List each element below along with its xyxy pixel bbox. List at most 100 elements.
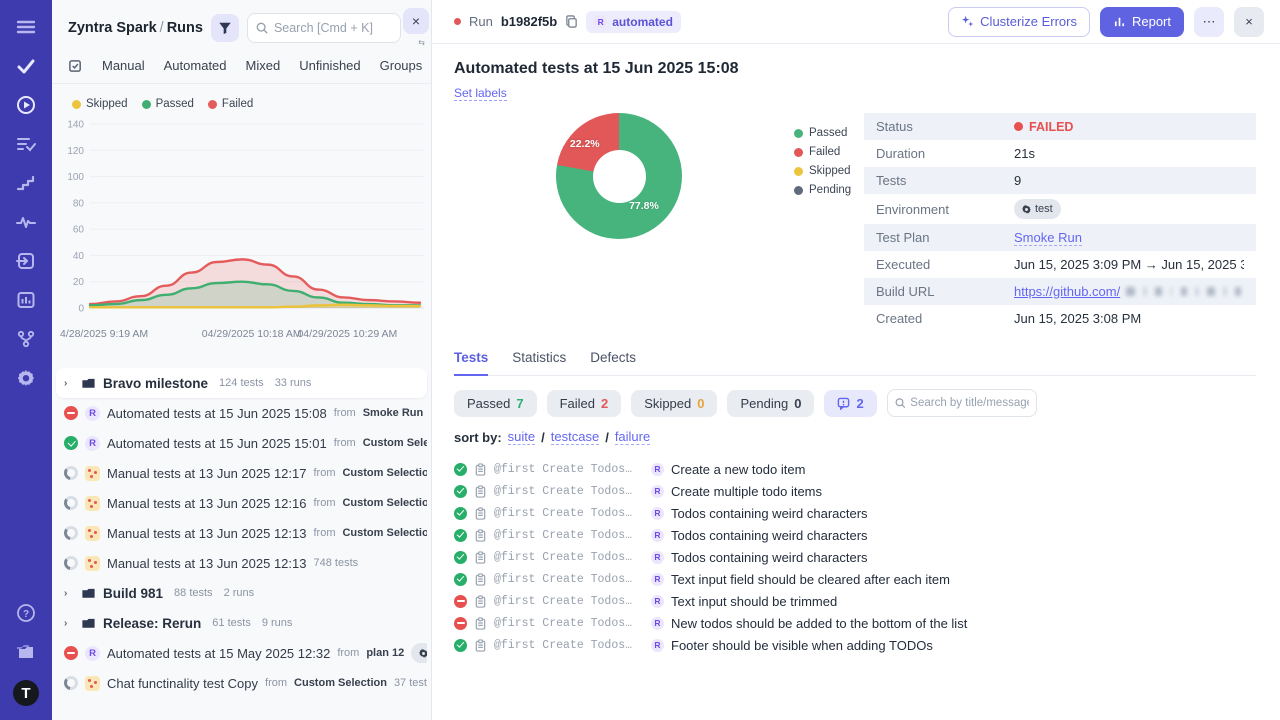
app-sidebar: ? T — [0, 0, 52, 720]
sort-failure-link[interactable]: failure — [615, 429, 650, 445]
filter-chip-passed[interactable]: Passed 7 — [454, 390, 537, 417]
activity-pulse-icon[interactable] — [15, 211, 37, 233]
test-row[interactable]: @first Create Todos… R Create a new todo… — [454, 458, 1256, 480]
automated-badge[interactable]: R automated — [586, 11, 681, 33]
run-row[interactable]: R Automated tests at 15 Jun 2025 15:01 f… — [56, 428, 427, 458]
folder-row[interactable]: › Release: Rerun 61 tests9 runs — [56, 608, 427, 638]
donut-legend-item: Failed — [794, 146, 851, 158]
run-word: Run — [469, 14, 493, 29]
tab-defects[interactable]: Defects — [590, 350, 636, 375]
redacted-text — [1155, 287, 1162, 296]
run-status-progress-icon — [64, 526, 78, 540]
tests-search[interactable] — [887, 389, 1037, 417]
copy-icon[interactable] — [565, 15, 578, 28]
test-row[interactable]: @first Create Todos… R Todos containing … — [454, 524, 1256, 546]
panel-resize-icon[interactable]: ⇆ — [418, 38, 425, 47]
comments-filter-chip[interactable]: 2 — [824, 390, 876, 417]
testcase-clipboard-icon — [474, 463, 487, 476]
test-row[interactable]: @first Create Todos… R Footer should be … — [454, 634, 1256, 656]
folder-row[interactable]: › Build 981 88 tests2 runs — [56, 578, 427, 608]
test-row[interactable]: @first Create Todos… R Create multiple t… — [454, 480, 1256, 502]
filter-chip-pending[interactable]: Pending 0 — [727, 390, 814, 417]
milestones-steps-icon[interactable] — [15, 172, 37, 194]
chevron-right-icon[interactable]: › — [64, 588, 74, 599]
import-icon[interactable] — [15, 250, 37, 272]
report-button[interactable]: Report — [1100, 7, 1184, 37]
test-row[interactable]: @first Create Todos… R New todos should … — [454, 612, 1256, 634]
testcase-clipboard-icon — [474, 573, 487, 586]
run-row[interactable]: Manual tests at 13 Jun 2025 12:13 fromCu… — [56, 518, 427, 548]
manual-run-icon — [85, 466, 100, 481]
analytics-bar-chart-icon[interactable] — [15, 289, 37, 311]
runs-search[interactable] — [247, 13, 401, 43]
sort-testcase-link[interactable]: testcase — [551, 429, 599, 445]
tab-statistics[interactable]: Statistics — [512, 350, 566, 375]
runs-tab-automated[interactable]: Automated — [164, 58, 227, 73]
test-row[interactable]: @first Create Todos… R Todos containing … — [454, 502, 1256, 524]
test-row[interactable]: @first Create Todos… R Text input should… — [454, 590, 1256, 612]
app-logo[interactable]: T — [13, 680, 39, 706]
filter-chip-failed[interactable]: Failed 2 — [547, 390, 622, 417]
automated-test-icon: R — [651, 507, 664, 520]
help-icon[interactable]: ? — [15, 602, 37, 624]
clusterize-errors-button[interactable]: Clusterize Errors — [948, 7, 1090, 37]
environment-pill: test — [1014, 199, 1061, 219]
menu-icon[interactable] — [15, 16, 37, 38]
manual-run-icon — [85, 556, 100, 571]
run-row[interactable]: R Automated tests at 15 May 2025 12:32 f… — [56, 638, 427, 668]
legend-dot — [794, 129, 803, 138]
filter-button[interactable] — [211, 14, 239, 42]
folder-row[interactable]: › Bravo milestone 124 tests33 runs — [56, 368, 427, 398]
search-icon — [256, 22, 268, 34]
tests-search-input[interactable] — [910, 397, 1028, 409]
test-row[interactable]: @first Create Todos… R Todos containing … — [454, 546, 1256, 568]
run-row-title: Automated tests at 15 May 2025 12:32 — [107, 646, 330, 661]
set-labels-link[interactable]: Set labels — [454, 86, 507, 101]
run-detail-header: Run b1982f5b R automated Clusterize Erro… — [432, 0, 1280, 44]
chevron-right-icon[interactable]: › — [64, 378, 74, 389]
environment-pill: test — [411, 643, 427, 663]
detail-row: Executed Jun 15, 2025 3:09 PM → Jun 15, … — [864, 251, 1256, 278]
more-actions-button[interactable]: ⋯ — [1194, 7, 1224, 37]
run-tests-count: 37 tests — [394, 677, 427, 689]
runs-play-icon[interactable] — [15, 94, 37, 116]
run-row[interactable]: Manual tests at 13 Jun 2025 12:17 fromCu… — [56, 458, 427, 488]
test-plan-link[interactable]: Smoke Run — [1014, 230, 1082, 246]
test-suite-path: @first Create Todos… — [494, 595, 644, 608]
svg-text:140: 140 — [67, 120, 84, 131]
testcase-clipboard-icon — [474, 529, 487, 542]
filter-chip-skipped[interactable]: Skipped 0 — [631, 390, 717, 417]
projects-folder-icon[interactable] — [15, 641, 37, 663]
breadcrumb-project[interactable]: Zyntra Spark — [68, 20, 157, 36]
settings-gear-icon[interactable] — [15, 367, 37, 389]
sort-suite-link[interactable]: suite — [508, 429, 535, 445]
donut-legend-item: Skipped — [794, 165, 851, 177]
runs-search-input[interactable] — [274, 21, 392, 35]
plans-list-icon[interactable] — [15, 133, 37, 155]
run-row[interactable]: Manual tests at 13 Jun 2025 12:13 748 te… — [56, 548, 427, 578]
runs-list: › Bravo milestone 124 tests33 runs R Aut… — [52, 368, 431, 720]
run-details-table: Status FAILED Duration 21s Tests 9 Envir… — [864, 113, 1256, 332]
close-run-button[interactable]: × — [1234, 7, 1264, 37]
run-row[interactable]: Chat functinality test Copy fromCustom S… — [56, 668, 427, 698]
run-row[interactable]: Manual tests at 13 Jun 2025 12:16 fromCu… — [56, 488, 427, 518]
runs-tab-groups[interactable]: Groups — [380, 58, 423, 73]
run-from-label: from — [334, 407, 356, 419]
panel-close-button[interactable]: × — [403, 8, 429, 34]
chevron-right-icon[interactable]: › — [64, 618, 74, 629]
runs-tab-mixed[interactable]: Mixed — [246, 58, 281, 73]
legend-dot — [72, 100, 81, 109]
select-all-icon[interactable] — [68, 58, 83, 73]
detail-row: Duration 21s — [864, 140, 1256, 167]
runs-tab-unfinished[interactable]: Unfinished — [299, 58, 360, 73]
branches-icon[interactable] — [15, 328, 37, 350]
runs-tab-manual[interactable]: Manual — [102, 58, 145, 73]
svg-text:100: 100 — [67, 172, 84, 183]
tests-check-icon[interactable] — [15, 55, 37, 77]
test-row[interactable]: @first Create Todos… R Text input field … — [454, 568, 1256, 590]
svg-text:20: 20 — [73, 277, 85, 288]
run-row[interactable]: R Automated tests at 15 Jun 2025 15:08 f… — [56, 398, 427, 428]
tab-tests[interactable]: Tests — [454, 350, 488, 376]
build-url-link[interactable]: https://github.com/ — [1014, 284, 1120, 299]
redacted-text — [1196, 287, 1198, 296]
